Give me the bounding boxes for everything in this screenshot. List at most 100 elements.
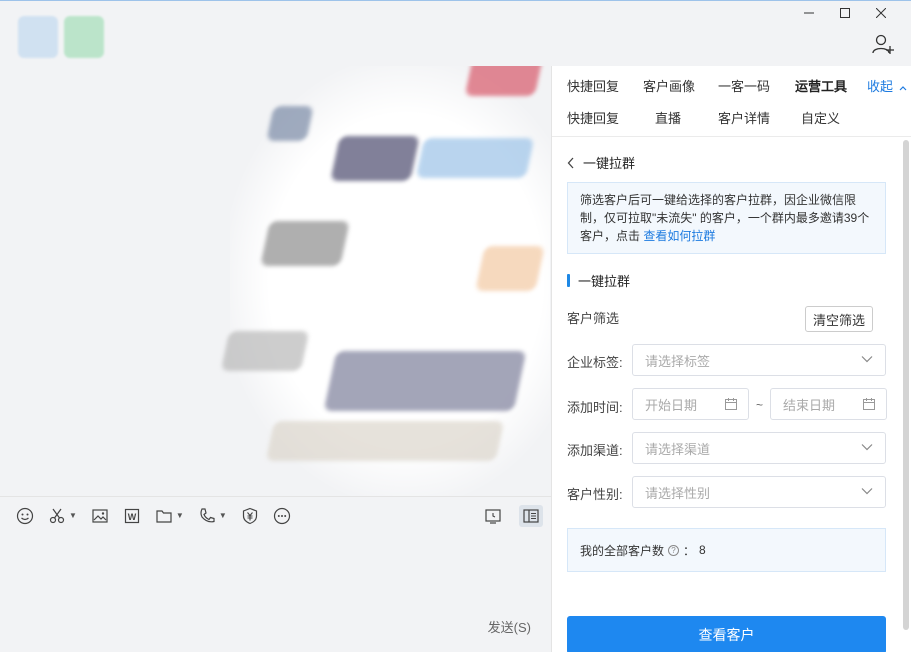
gender-label: 客户性别: xyxy=(567,487,623,502)
tag-placeholder: 请选择标签 xyxy=(645,353,711,369)
window-border xyxy=(0,0,911,1)
help-icon[interactable]: ? xyxy=(668,544,680,556)
chevron-down-icon: ▼ xyxy=(175,511,184,520)
close-button[interactable] xyxy=(871,4,891,22)
payment-icon xyxy=(242,507,257,524)
tab-live[interactable]: 直播 xyxy=(655,108,681,127)
side-panel-icon xyxy=(523,509,539,523)
history-icon xyxy=(485,509,501,524)
collapse-button[interactable]: 收起 xyxy=(867,76,907,95)
avatar[interactable] xyxy=(18,16,58,58)
tab-customer-profile[interactable]: 客户画像 xyxy=(643,76,695,95)
emoji-icon xyxy=(16,507,34,524)
back-button[interactable]: 一键拉群 xyxy=(567,153,635,172)
tag-label: 企业标签: xyxy=(567,355,623,370)
notice-text: 筛选客户后可一键给选择的客户拉群，因企业微信限制，仅可拉取"未流失" 的客户，一… xyxy=(580,193,870,243)
add-user-icon xyxy=(872,34,894,54)
customer-count: 我的全部客户数 ? ： 8 xyxy=(567,528,886,572)
chevron-down-icon xyxy=(861,488,873,495)
info-notice: 筛选客户后可一键给选择的客户拉群，因企业微信限制，仅可拉取"未流失" 的客户，一… xyxy=(567,182,886,254)
chevron-down-icon: ▼ xyxy=(218,511,227,520)
more-button[interactable] xyxy=(273,505,291,527)
channel-select[interactable]: 请选择渠道 xyxy=(632,432,886,464)
section-title: 一键拉群 xyxy=(567,271,630,290)
close-icon xyxy=(876,8,886,18)
clear-filters-button[interactable]: 清空筛选 xyxy=(805,306,873,332)
start-date-placeholder: 开始日期 xyxy=(645,397,698,413)
customer-count-label: 我的全部客户数 xyxy=(580,543,665,558)
chat-history xyxy=(0,66,551,496)
section-title-label: 一键拉群 xyxy=(578,274,631,289)
add-member-button[interactable] xyxy=(871,32,895,56)
chevron-down-icon xyxy=(861,444,873,451)
page-title: 一键拉群 xyxy=(583,156,636,171)
payment-button[interactable] xyxy=(241,505,259,527)
channel-placeholder: 请选择渠道 xyxy=(645,441,711,457)
folder-icon xyxy=(156,509,172,523)
tab-operation-tools[interactable]: 运营工具 xyxy=(795,76,847,95)
end-date-placeholder: 结束日期 xyxy=(783,397,836,413)
chevron-left-icon xyxy=(567,157,574,168)
minimize-button[interactable] xyxy=(799,4,819,22)
scrollbar[interactable] xyxy=(903,140,909,630)
call-button[interactable]: ▼ xyxy=(198,505,227,527)
more-icon xyxy=(273,507,290,524)
calendar-icon xyxy=(725,398,737,410)
tab-customer-details[interactable]: 客户详情 xyxy=(718,108,770,127)
divider xyxy=(552,136,911,137)
side-panel-toggle[interactable] xyxy=(519,505,543,527)
tab-quick-reply[interactable]: 快捷回复 xyxy=(567,76,619,95)
end-date-input[interactable]: 结束日期 xyxy=(770,388,887,420)
image-button[interactable] xyxy=(91,505,109,527)
gender-placeholder: 请选择性别 xyxy=(645,485,711,501)
file-button[interactable]: ▼ xyxy=(155,505,184,527)
scissors-icon xyxy=(49,508,65,523)
view-customers-button[interactable]: 查看客户 xyxy=(567,616,886,652)
customer-count-value: 8 xyxy=(699,543,706,557)
tag-select[interactable]: 请选择标签 xyxy=(632,344,886,376)
document-button[interactable]: W xyxy=(123,505,141,527)
svg-text:W: W xyxy=(128,512,137,522)
chat-avatars xyxy=(18,16,104,58)
word-doc-icon: W xyxy=(124,508,140,523)
send-button[interactable]: 发送(S) xyxy=(488,617,531,636)
blurred-message xyxy=(260,221,350,266)
history-button[interactable] xyxy=(481,505,505,527)
image-icon xyxy=(92,508,108,523)
phone-icon xyxy=(200,507,215,522)
blurred-message xyxy=(220,331,310,371)
blurred-message xyxy=(266,106,314,141)
message-input[interactable]: 发送(S) xyxy=(0,534,551,652)
start-date-input[interactable]: 开始日期 xyxy=(632,388,749,420)
screenshot-button[interactable]: ▼ xyxy=(48,505,77,527)
title-bar xyxy=(0,0,911,66)
avatar[interactable] xyxy=(64,16,104,58)
maximize-icon xyxy=(840,8,850,18)
date-separator: ~ xyxy=(756,398,764,412)
count-separator: ： xyxy=(683,543,696,558)
blurred-message xyxy=(464,66,546,96)
gender-select[interactable]: 请选择性别 xyxy=(632,476,886,508)
chevron-up-icon xyxy=(899,86,907,91)
minimize-icon xyxy=(804,12,814,14)
blurred-message xyxy=(475,246,545,291)
how-to-link[interactable]: 查看如何拉群 xyxy=(643,229,715,243)
tab-custom[interactable]: 自定义 xyxy=(801,108,840,127)
chevron-down-icon: ▼ xyxy=(69,511,77,520)
chevron-down-icon xyxy=(861,356,873,363)
blurred-message xyxy=(323,351,527,411)
blurred-message xyxy=(330,136,420,181)
maximize-button[interactable] xyxy=(835,4,855,22)
emoji-button[interactable] xyxy=(16,505,34,527)
operations-panel: 快捷回复 客户画像 一客一码 运营工具 收起 快捷回复 直播 客户详情 自定义 … xyxy=(551,66,911,652)
blurred-message xyxy=(415,138,535,178)
channel-label: 添加渠道: xyxy=(567,443,623,458)
window-controls xyxy=(799,4,891,22)
collapse-label: 收起 xyxy=(867,79,894,94)
chat-toolbar: ▼ W ▼ ▼ xyxy=(0,496,551,534)
time-label: 添加时间: xyxy=(567,400,623,415)
calendar-icon xyxy=(863,398,875,410)
filter-label: 客户筛选 xyxy=(567,311,620,326)
tab-customer-code[interactable]: 一客一码 xyxy=(718,76,770,95)
tab-quick-reply-2[interactable]: 快捷回复 xyxy=(567,108,619,127)
